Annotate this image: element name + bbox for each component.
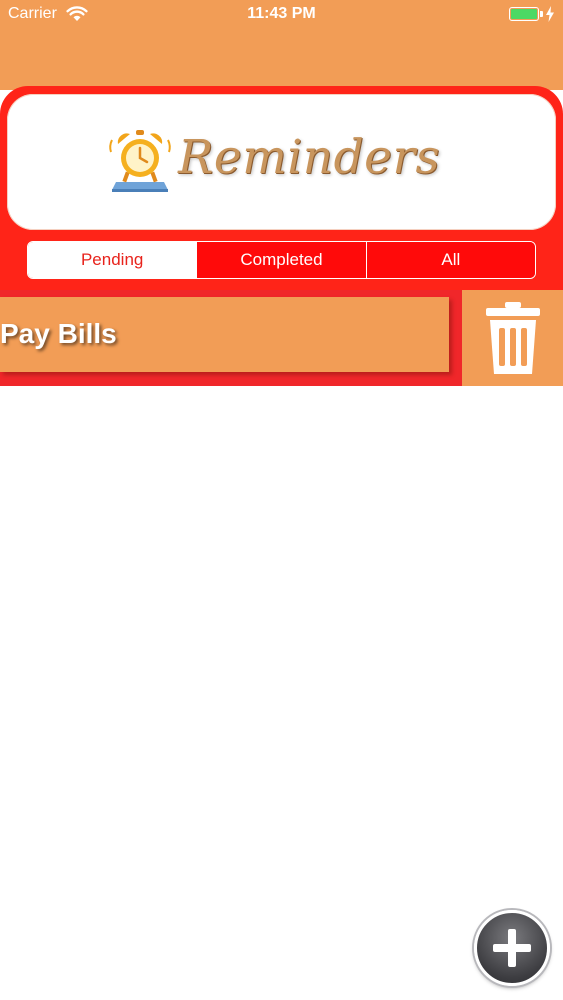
alarm-clock-icon [109, 130, 171, 192]
add-reminder-button[interactable] [474, 910, 550, 986]
tab-pending[interactable]: Pending [28, 242, 197, 278]
trash-icon [486, 302, 540, 374]
reminder-title: Pay Bills [0, 318, 117, 349]
header-background [0, 30, 563, 90]
clock-time: 11:43 PM [247, 5, 316, 22]
app-title: Reminders [178, 130, 441, 185]
tab-completed[interactable]: Completed [196, 242, 366, 278]
bolt-icon [546, 6, 554, 22]
status-bar: Carrier 11:43 PM [0, 0, 563, 30]
plus-icon [493, 929, 531, 967]
battery-icon [509, 7, 539, 21]
tab-all[interactable]: All [365, 242, 535, 278]
battery-fill [511, 9, 537, 19]
filter-segmented-control: Pending Completed All [27, 241, 536, 279]
battery-tip [540, 11, 543, 17]
